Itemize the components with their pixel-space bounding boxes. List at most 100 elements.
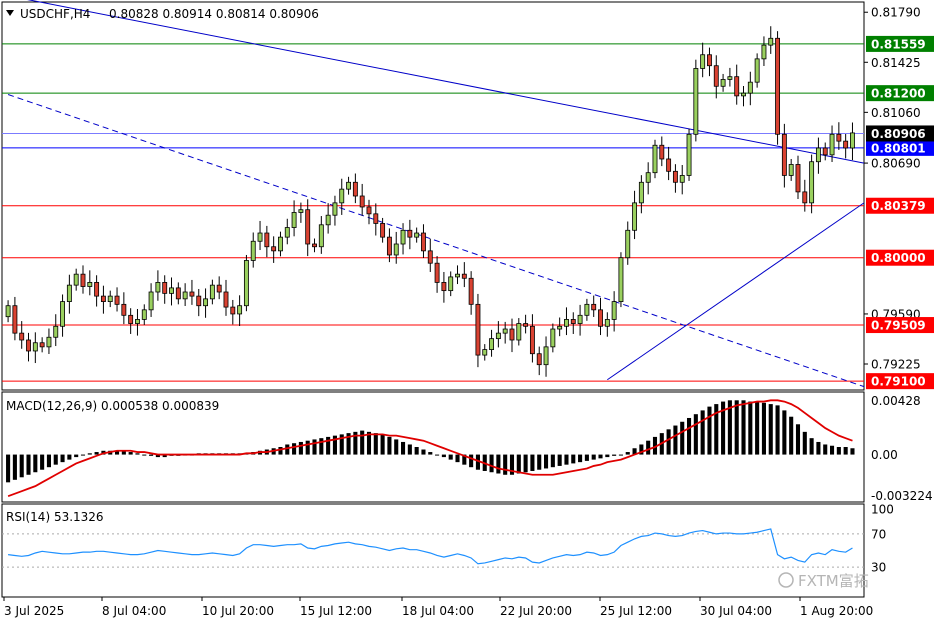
macd-bar (414, 447, 419, 455)
macd-bar (543, 454, 549, 469)
candle-body-bullish (339, 188, 345, 204)
macd-bar (836, 447, 841, 455)
rsi-panel[interactable] (1, 503, 865, 598)
candle[interactable] (775, 31, 781, 145)
candle[interactable] (686, 128, 692, 181)
candle-body-bullish (209, 284, 215, 300)
candle-body-bearish (100, 295, 106, 303)
candle-body-bearish (523, 323, 529, 327)
macd-bar (768, 404, 773, 455)
candle-body-bearish (26, 339, 31, 352)
macd-bar (305, 440, 310, 455)
candle-body-bearish (189, 291, 195, 297)
candle-body-bullish (645, 172, 651, 183)
candle-body-bullish (257, 232, 263, 242)
candle-body-bearish (713, 65, 719, 87)
price-tick-label: 0.81425 (871, 56, 921, 70)
trading-chart[interactable]: 0.00428 0.00 -0.003224 100 70 30 0.81790 0.81… (0, 0, 936, 624)
macd-bar (496, 454, 501, 474)
macd-tick-label: -0.003224 (871, 489, 933, 503)
macd-bar (26, 454, 31, 475)
candle-body-bearish (264, 232, 270, 248)
candle-body-bullish (550, 328, 556, 348)
level-tag-text: 0.81200 (871, 87, 926, 101)
macd-bar (128, 452, 133, 455)
candle-body-bullish (638, 181, 644, 204)
macd-bar (46, 454, 51, 468)
candle-body-bullish (489, 338, 495, 350)
macd-bar (686, 417, 692, 455)
symbol-label: USDCHF,H4 (20, 7, 90, 21)
macd-tick-label: 0.00 (871, 448, 898, 462)
candle[interactable] (652, 139, 658, 179)
candle-body-bearish (441, 281, 447, 292)
macd-bar (441, 454, 446, 458)
price-panel[interactable] (1, 1, 865, 391)
candle-body-bearish (509, 328, 515, 341)
candle-body-bullish (564, 319, 569, 327)
rsi-tick-label: 30 (871, 561, 886, 575)
macd-bar (12, 454, 17, 480)
macd-bar (40, 454, 45, 470)
macd-bar (530, 454, 535, 471)
candle-body-bearish (427, 250, 433, 264)
macd-bar (673, 425, 678, 455)
candle[interactable] (754, 53, 760, 88)
macd-bar (680, 421, 685, 455)
rsi-label: RSI(14) 53.1326 (6, 510, 104, 524)
candle-body-bullish (32, 342, 38, 352)
candle-body-bullish (400, 229, 406, 245)
macd-bar (700, 410, 705, 455)
macd-bar (74, 454, 79, 458)
macd-bar (33, 454, 38, 473)
macd-bar (94, 452, 99, 455)
candle-body-bullish (393, 243, 399, 256)
candle[interactable] (618, 252, 624, 308)
candle-body-bullish (278, 236, 283, 252)
candle-body-bullish (502, 328, 508, 334)
candle-body-bearish (461, 273, 467, 279)
candle-body-bearish (781, 133, 787, 176)
macd-bar (469, 454, 474, 468)
price-tick-label: 0.80690 (871, 157, 921, 171)
candle-body-bullish (754, 58, 760, 83)
x-tick-label: 22 Jul 20:00 (500, 604, 572, 618)
candle-body-bullish (557, 325, 563, 330)
candle-body-bearish (570, 319, 576, 324)
x-tick-label: 30 Jul 04:00 (700, 604, 772, 618)
macd-bar (400, 441, 406, 455)
candle-body-bullish (250, 240, 256, 261)
candle-body-bullish (237, 305, 243, 315)
macd-tick-label: 0.00428 (871, 394, 921, 408)
macd-bar (550, 454, 555, 468)
macd-bar (795, 424, 801, 455)
candle-body-bullish (850, 132, 855, 149)
candle-body-bullish (632, 202, 638, 231)
candle-body-bearish (305, 209, 311, 245)
macd-bar (142, 454, 147, 456)
macd-bar (843, 447, 848, 455)
candle[interactable] (243, 254, 249, 312)
macd-bar (618, 454, 623, 456)
macd-bar (292, 443, 297, 455)
candle-body-bullish (747, 81, 753, 94)
candle-body-bearish (795, 164, 801, 193)
candle-body-bearish (529, 325, 535, 355)
candle[interactable] (693, 59, 699, 142)
candle-body-bearish (373, 213, 379, 224)
candle-body-bearish (659, 144, 665, 160)
candle-body-bullish (325, 214, 331, 226)
x-tick-label: 10 Jul 20:00 (202, 604, 274, 618)
candle-body-bullish (455, 273, 460, 278)
macd-bar (523, 454, 528, 473)
macd-bar (646, 440, 651, 455)
macd-bar (557, 454, 562, 466)
price-tick-label: 0.79225 (871, 358, 921, 372)
macd-bar (394, 439, 399, 455)
candle-body-bullish (829, 133, 835, 156)
macd-bar (380, 434, 385, 455)
macd-bar (823, 444, 828, 455)
candle-body-bearish (536, 353, 542, 366)
current-price-text: 0.80906 (871, 127, 926, 141)
candle-body-bearish (591, 303, 597, 311)
